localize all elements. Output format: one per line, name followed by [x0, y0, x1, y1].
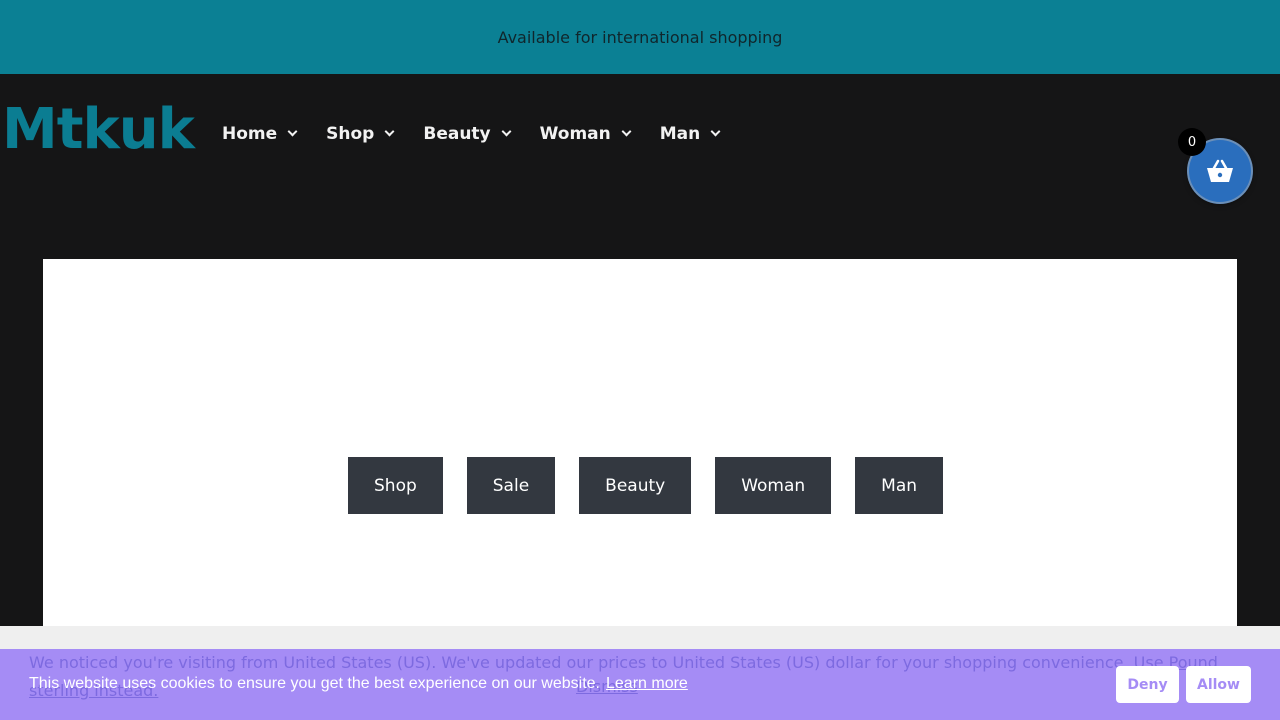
category-shop-button[interactable]: Shop — [348, 457, 443, 514]
currency-notice-text: We noticed you're visiting from United S… — [29, 653, 1129, 672]
announcement-bar: Available for international shopping — [0, 0, 1280, 74]
nav-label: Home — [222, 124, 278, 144]
main-nav: Home Shop Beauty Woman Man — [222, 124, 749, 144]
nav-item-beauty[interactable]: Beauty — [423, 124, 512, 144]
nav-label: Shop — [326, 124, 375, 144]
nav-item-shop[interactable]: Shop — [326, 124, 395, 144]
chevron-down-icon[interactable] — [621, 126, 632, 137]
learn-more-link[interactable]: Learn more — [606, 675, 688, 692]
category-sale-button[interactable]: Sale — [466, 457, 556, 514]
site-header: Mtkuk Home Shop Beauty Woman Man — [0, 74, 1280, 200]
announcement-text: Available for international shopping — [497, 27, 783, 47]
nav-item-man[interactable]: Man — [659, 124, 721, 144]
chevron-down-icon[interactable] — [710, 126, 721, 137]
chevron-down-icon[interactable] — [384, 126, 395, 137]
nav-item-woman[interactable]: Woman — [539, 124, 632, 144]
cart-count-badge: 0 — [1178, 128, 1206, 156]
category-buttons: Shop Sale Beauty Woman Man — [348, 457, 967, 514]
nav-label: Woman — [539, 124, 611, 144]
currency-notice-strip — [0, 626, 1280, 650]
deny-button[interactable]: Deny — [1116, 666, 1179, 703]
category-beauty-button[interactable]: Beauty — [579, 457, 692, 514]
nav-label: Man — [659, 124, 701, 144]
allow-button[interactable]: Allow — [1186, 666, 1251, 703]
hero-panel — [43, 259, 1237, 639]
category-man-button[interactable]: Man — [855, 457, 944, 514]
nav-item-home[interactable]: Home — [222, 124, 298, 144]
category-woman-button[interactable]: Woman — [715, 457, 832, 514]
site-logo[interactable]: Mtkuk — [2, 102, 195, 158]
cookie-message: This website uses cookies to ensure you … — [29, 674, 688, 694]
chevron-down-icon[interactable] — [287, 126, 298, 137]
cookie-message-text: This website uses cookies to ensure you … — [29, 675, 600, 692]
chevron-down-icon[interactable] — [501, 126, 512, 137]
nav-label: Beauty — [423, 124, 491, 144]
basket-icon — [1207, 159, 1233, 182]
